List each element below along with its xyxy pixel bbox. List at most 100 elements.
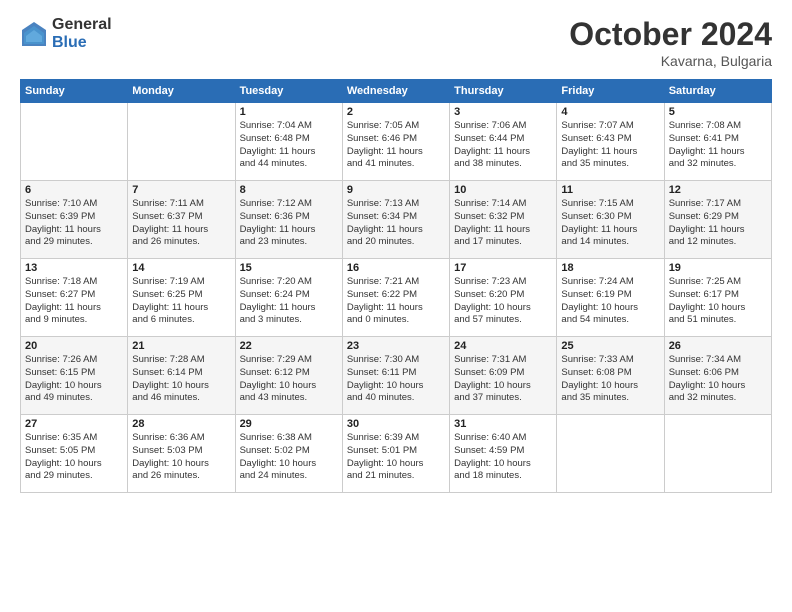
header: General Blue October 2024 Kavarna, Bulga… <box>20 16 772 69</box>
calendar-cell <box>664 415 771 493</box>
day-number: 5 <box>669 106 767 118</box>
calendar-header: SundayMondayTuesdayWednesdayThursdayFrid… <box>21 80 772 103</box>
day-number: 8 <box>240 184 338 196</box>
day-info: Sunrise: 7:28 AM Sunset: 6:14 PM Dayligh… <box>132 354 230 405</box>
day-number: 30 <box>347 418 445 430</box>
day-number: 31 <box>454 418 552 430</box>
day-info: Sunrise: 7:15 AM Sunset: 6:30 PM Dayligh… <box>561 198 659 249</box>
weekday-header-tuesday: Tuesday <box>235 80 342 103</box>
day-number: 14 <box>132 262 230 274</box>
calendar-week-3: 13 Sunrise: 7:18 AM Sunset: 6:27 PM Dayli… <box>21 259 772 337</box>
calendar-cell: 4 Sunrise: 7:07 AM Sunset: 6:43 PM Daylig… <box>557 103 664 181</box>
day-number: 15 <box>240 262 338 274</box>
day-info: Sunrise: 7:08 AM Sunset: 6:41 PM Dayligh… <box>669 120 767 171</box>
day-info: Sunrise: 7:10 AM Sunset: 6:39 PM Dayligh… <box>25 198 123 249</box>
calendar-cell: 16Sunrise: 7:21 AM Sunset: 6:22 PM Dayli… <box>342 259 449 337</box>
weekday-header-monday: Monday <box>128 80 235 103</box>
calendar-cell: 23 Sunrise: 7:30 AM Sunset: 6:11 PM Dayli… <box>342 337 449 415</box>
calendar-week-5: 27Sunrise: 6:35 AM Sunset: 5:05 PM Dayli… <box>21 415 772 493</box>
day-number: 2 <box>347 106 445 118</box>
weekday-header-thursday: Thursday <box>450 80 557 103</box>
calendar-body: 1Sunrise: 7:04 AM Sunset: 6:48 PM Daylig… <box>21 103 772 493</box>
logo-text: General Blue <box>52 16 112 51</box>
calendar-cell: 2 Sunrise: 7:05 AM Sunset: 6:46 PM Daylig… <box>342 103 449 181</box>
day-number: 18 <box>561 262 659 274</box>
day-number: 11 <box>561 184 659 196</box>
day-number: 29 <box>240 418 338 430</box>
calendar-cell: 11 Sunrise: 7:15 AM Sunset: 6:30 PM Dayli… <box>557 181 664 259</box>
day-number: 24 <box>454 340 552 352</box>
calendar-cell <box>557 415 664 493</box>
calendar-cell: 13 Sunrise: 7:18 AM Sunset: 6:27 PM Dayli… <box>21 259 128 337</box>
calendar-cell: 12 Sunrise: 7:17 AM Sunset: 6:29 PM Dayli… <box>664 181 771 259</box>
day-info: Sunrise: 7:33 AM Sunset: 6:08 PM Dayligh… <box>561 354 659 405</box>
day-number: 9 <box>347 184 445 196</box>
calendar-cell: 9 Sunrise: 7:13 AM Sunset: 6:34 PM Daylig… <box>342 181 449 259</box>
logo-general-text: General <box>52 16 112 34</box>
day-number: 22 <box>240 340 338 352</box>
day-number: 6 <box>25 184 123 196</box>
day-number: 23 <box>347 340 445 352</box>
day-info: Sunrise: 7:26 AM Sunset: 6:15 PM Dayligh… <box>25 354 123 405</box>
day-number: 1 <box>240 106 338 118</box>
day-number: 19 <box>669 262 767 274</box>
calendar-cell: 31 Sunrise: 6:40 AM Sunset: 4:59 PM Dayli… <box>450 415 557 493</box>
calendar-cell: 17Sunrise: 7:23 AM Sunset: 6:20 PM Dayli… <box>450 259 557 337</box>
calendar-cell: 7Sunrise: 7:11 AM Sunset: 6:37 PM Daylig… <box>128 181 235 259</box>
day-info: Sunrise: 7:29 AM Sunset: 6:12 PM Dayligh… <box>240 354 338 405</box>
logo-icon <box>20 20 48 48</box>
day-info: Sunrise: 7:17 AM Sunset: 6:29 PM Dayligh… <box>669 198 767 249</box>
day-info: Sunrise: 7:05 AM Sunset: 6:46 PM Dayligh… <box>347 120 445 171</box>
day-info: Sunrise: 7:23 AM Sunset: 6:20 PM Dayligh… <box>454 276 552 327</box>
day-number: 25 <box>561 340 659 352</box>
day-number: 26 <box>669 340 767 352</box>
title-block: October 2024 Kavarna, Bulgaria <box>569 16 772 69</box>
day-info: Sunrise: 7:18 AM Sunset: 6:27 PM Dayligh… <box>25 276 123 327</box>
day-info: Sunrise: 7:13 AM Sunset: 6:34 PM Dayligh… <box>347 198 445 249</box>
calendar-week-1: 1Sunrise: 7:04 AM Sunset: 6:48 PM Daylig… <box>21 103 772 181</box>
weekday-header-sunday: Sunday <box>21 80 128 103</box>
day-number: 12 <box>669 184 767 196</box>
day-number: 4 <box>561 106 659 118</box>
day-info: Sunrise: 6:36 AM Sunset: 5:03 PM Dayligh… <box>132 432 230 483</box>
logo: General Blue <box>20 16 112 51</box>
calendar-cell: 27Sunrise: 6:35 AM Sunset: 5:05 PM Dayli… <box>21 415 128 493</box>
day-info: Sunrise: 7:34 AM Sunset: 6:06 PM Dayligh… <box>669 354 767 405</box>
day-info: Sunrise: 7:12 AM Sunset: 6:36 PM Dayligh… <box>240 198 338 249</box>
calendar-cell: 20Sunrise: 7:26 AM Sunset: 6:15 PM Dayli… <box>21 337 128 415</box>
calendar-cell: 25 Sunrise: 7:33 AM Sunset: 6:08 PM Dayli… <box>557 337 664 415</box>
calendar-week-2: 6 Sunrise: 7:10 AM Sunset: 6:39 PM Daylig… <box>21 181 772 259</box>
day-info: Sunrise: 7:14 AM Sunset: 6:32 PM Dayligh… <box>454 198 552 249</box>
day-info: Sunrise: 6:40 AM Sunset: 4:59 PM Dayligh… <box>454 432 552 483</box>
calendar-cell: 22 Sunrise: 7:29 AM Sunset: 6:12 PM Dayli… <box>235 337 342 415</box>
calendar-cell: 18 Sunrise: 7:24 AM Sunset: 6:19 PM Dayli… <box>557 259 664 337</box>
day-info: Sunrise: 6:39 AM Sunset: 5:01 PM Dayligh… <box>347 432 445 483</box>
logo-blue-text: Blue <box>52 34 112 52</box>
day-info: Sunrise: 7:30 AM Sunset: 6:11 PM Dayligh… <box>347 354 445 405</box>
calendar-cell: 24Sunrise: 7:31 AM Sunset: 6:09 PM Dayli… <box>450 337 557 415</box>
day-info: Sunrise: 7:07 AM Sunset: 6:43 PM Dayligh… <box>561 120 659 171</box>
calendar-cell: 29 Sunrise: 6:38 AM Sunset: 5:02 PM Dayli… <box>235 415 342 493</box>
day-info: Sunrise: 7:25 AM Sunset: 6:17 PM Dayligh… <box>669 276 767 327</box>
day-number: 3 <box>454 106 552 118</box>
day-number: 13 <box>25 262 123 274</box>
calendar-cell: 28 Sunrise: 6:36 AM Sunset: 5:03 PM Dayli… <box>128 415 235 493</box>
day-info: Sunrise: 7:06 AM Sunset: 6:44 PM Dayligh… <box>454 120 552 171</box>
day-info: Sunrise: 7:11 AM Sunset: 6:37 PM Dayligh… <box>132 198 230 249</box>
calendar: SundayMondayTuesdayWednesdayThursdayFrid… <box>20 79 772 493</box>
calendar-cell: 8 Sunrise: 7:12 AM Sunset: 6:36 PM Daylig… <box>235 181 342 259</box>
calendar-cell <box>21 103 128 181</box>
day-info: Sunrise: 7:21 AM Sunset: 6:22 PM Dayligh… <box>347 276 445 327</box>
calendar-cell: 6 Sunrise: 7:10 AM Sunset: 6:39 PM Daylig… <box>21 181 128 259</box>
location: Kavarna, Bulgaria <box>569 53 772 69</box>
day-number: 28 <box>132 418 230 430</box>
calendar-cell: 10Sunrise: 7:14 AM Sunset: 6:32 PM Dayli… <box>450 181 557 259</box>
day-info: Sunrise: 7:19 AM Sunset: 6:25 PM Dayligh… <box>132 276 230 327</box>
day-info: Sunrise: 6:38 AM Sunset: 5:02 PM Dayligh… <box>240 432 338 483</box>
day-info: Sunrise: 7:24 AM Sunset: 6:19 PM Dayligh… <box>561 276 659 327</box>
calendar-cell: 14 Sunrise: 7:19 AM Sunset: 6:25 PM Dayli… <box>128 259 235 337</box>
day-info: Sunrise: 7:20 AM Sunset: 6:24 PM Dayligh… <box>240 276 338 327</box>
calendar-cell: 21Sunrise: 7:28 AM Sunset: 6:14 PM Dayli… <box>128 337 235 415</box>
day-number: 27 <box>25 418 123 430</box>
weekday-header-wednesday: Wednesday <box>342 80 449 103</box>
